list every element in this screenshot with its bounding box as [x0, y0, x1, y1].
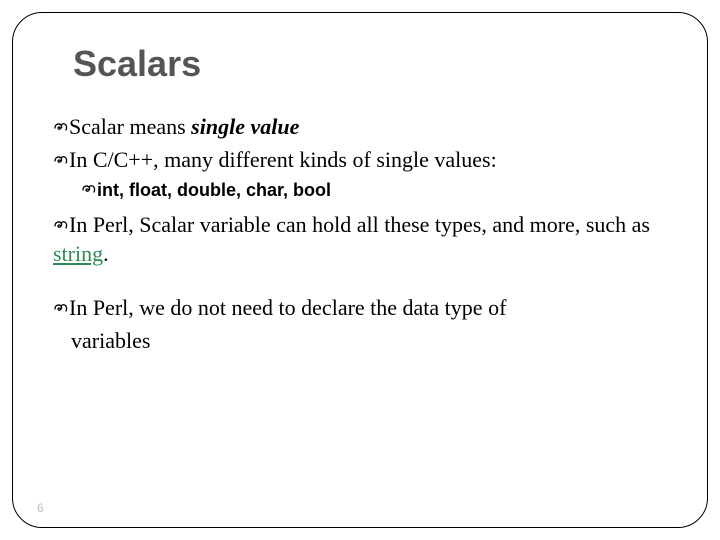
bullet-3-suffix: .	[103, 241, 109, 266]
bullet-4-line2: variables	[71, 328, 150, 353]
bullet-icon	[53, 213, 69, 239]
bullet-item-4-cont: variables	[53, 327, 667, 356]
sub-bullet-item: int, float, double, char, bool	[81, 180, 667, 201]
bullet-item-3: In Perl, Scalar variable can hold all th…	[53, 211, 667, 268]
bullet-3-link: string	[53, 241, 103, 266]
bullet-item-4: In Perl, we do not need to declare the d…	[53, 294, 667, 323]
bullet-1-emphasis: single value	[191, 114, 299, 139]
bullet-1-text: Scalar means	[69, 114, 191, 139]
bullet-icon	[53, 115, 69, 141]
bullet-4-line1: In Perl, we do not need to declare the d…	[69, 295, 506, 320]
slide-title: Scalars	[73, 43, 667, 85]
bullet-icon	[53, 296, 69, 322]
bullet-item-2: In C/C++, many different kinds of single…	[53, 146, 667, 175]
bullet-icon	[53, 148, 69, 174]
page-number: 6	[37, 501, 44, 515]
bullet-3-text: In Perl, Scalar variable can hold all th…	[69, 212, 650, 237]
sub-bullet-text: int, float, double, char, bool	[97, 180, 331, 200]
slide-frame: Scalars Scalar means single value In C/C…	[12, 12, 708, 528]
bullet-icon	[81, 183, 97, 201]
bullet-item-1: Scalar means single value	[53, 113, 667, 142]
bullet-2-text: In C/C++, many different kinds of single…	[69, 147, 497, 172]
